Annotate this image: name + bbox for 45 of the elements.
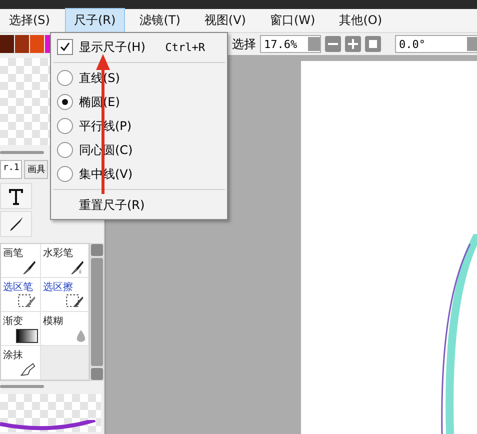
zoom-out-button[interactable] (325, 36, 341, 52)
slider-track[interactable] (0, 385, 44, 388)
menu-item[interactable]: 视图(V) (195, 8, 255, 33)
panel-tab[interactable]: r.1 (0, 160, 22, 180)
gradient-icon (16, 329, 38, 344)
menu-item[interactable]: 其他(O) (330, 8, 392, 33)
scrollbar[interactable] (90, 243, 104, 382)
color-swatch[interactable] (0, 35, 14, 53)
zoom-field[interactable]: 17.6% (260, 35, 321, 53)
menu-item[interactable]: 滤镜(T) (130, 8, 190, 33)
tool-cell[interactable]: 水彩笔 (41, 244, 89, 278)
drop-icon (76, 329, 86, 344)
tool-cell[interactable]: 选区笔 (1, 278, 41, 312)
menu-item[interactable]: 椭圆(E) (79, 94, 120, 110)
tool-cell[interactable]: 选区擦 (41, 278, 89, 312)
menu-item[interactable]: 选择(S) (0, 8, 59, 33)
menu-item[interactable]: 显示尺子(H) (79, 38, 146, 56)
menu-item[interactable]: 重置尺子(R) (79, 196, 145, 214)
radio-button[interactable] (57, 142, 73, 158)
radio-button[interactable] (57, 118, 73, 134)
square-icon (369, 40, 377, 48)
radio-button[interactable] (57, 70, 73, 86)
tool-cell[interactable]: 涂抹 (1, 346, 41, 380)
tool-cell[interactable]: 模糊 (41, 312, 89, 346)
reset-zoom-button[interactable] (365, 36, 381, 52)
zoom-in-button[interactable] (345, 36, 361, 52)
angle-field[interactable]: 0.0° (395, 35, 477, 53)
slider-track[interactable] (0, 151, 44, 154)
radio-button[interactable] (57, 94, 73, 110)
radio-button[interactable] (57, 166, 73, 182)
shortcut-label: Ctrl+R (165, 40, 205, 54)
selection-pen-icon (16, 294, 38, 310)
menu-item[interactable]: 尺子(R) (64, 8, 125, 33)
checkmark-icon (60, 42, 70, 52)
color-swatch[interactable] (30, 35, 44, 53)
tool-cell[interactable]: 渐变 (1, 312, 41, 346)
color-swatch[interactable] (15, 35, 29, 53)
panel-tab[interactable]: 画具 (24, 160, 48, 180)
selection-eraser-icon (64, 294, 86, 310)
plus-icon (348, 39, 358, 49)
tool-cell[interactable]: 画笔 (1, 244, 41, 278)
mode-label: 选择 (232, 36, 256, 52)
checkbox[interactable] (57, 39, 73, 55)
text-tool-icon[interactable] (0, 183, 32, 210)
menu-item[interactable]: 窗口(W) (260, 8, 324, 33)
